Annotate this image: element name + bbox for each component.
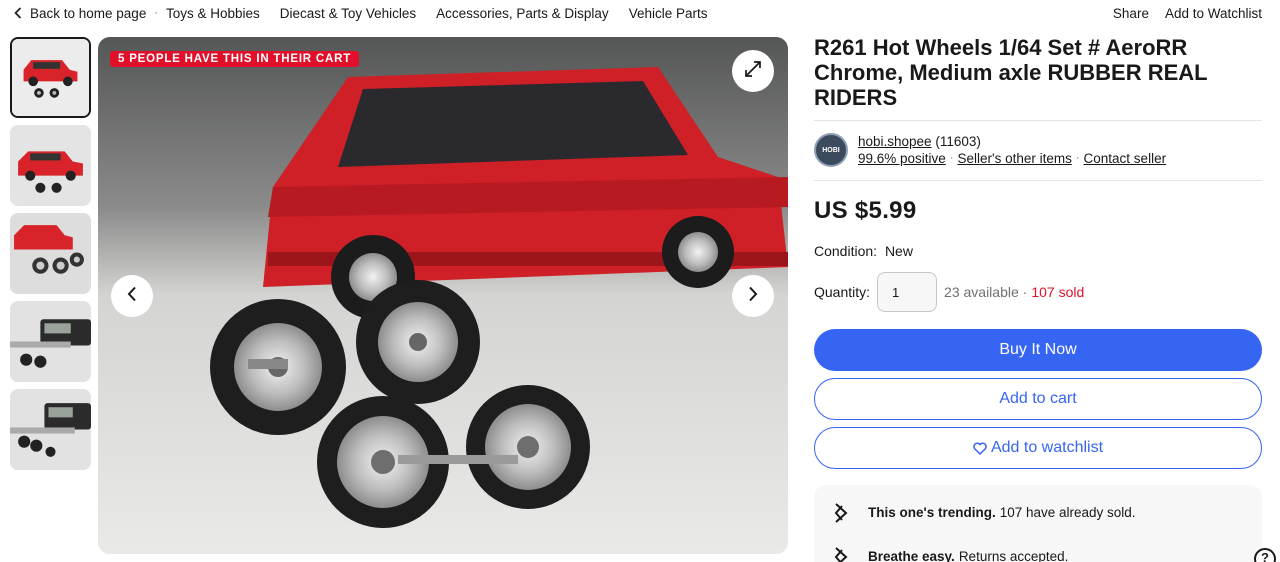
- thumbnail-image: [12, 39, 89, 116]
- highlight-trending: This one's trending. 107 have already so…: [832, 499, 1244, 526]
- chevron-left-icon: [127, 286, 137, 307]
- breadcrumb-item-toys[interactable]: Toys & Hobbies: [166, 6, 260, 21]
- seller-name-link[interactable]: hobi.shopee: [858, 134, 932, 149]
- add-to-watchlist-link[interactable]: Add to Watchlist: [1165, 6, 1262, 21]
- main-product-image[interactable]: 5 people have this in their cart: [98, 37, 788, 554]
- buy-it-now-button[interactable]: Buy It Now: [814, 329, 1262, 371]
- thumbnail-2[interactable]: [10, 125, 91, 206]
- highlight-returns: Breathe easy. Returns accepted.: [832, 543, 1244, 562]
- expand-icon: [743, 59, 763, 84]
- breadcrumb: Back to home page · Toys & Hobbies Dieca…: [0, 0, 707, 26]
- seller-avatar[interactable]: HOBI: [814, 133, 848, 167]
- breadcrumb-item-vehicle-parts[interactable]: Vehicle Parts: [629, 6, 708, 21]
- thumbnail-1[interactable]: [10, 37, 91, 118]
- contact-seller-link[interactable]: Contact seller: [1084, 150, 1167, 167]
- listing-info: R261 Hot Wheels 1/64 Set # AeroRR Chrome…: [814, 35, 1262, 562]
- highlight-text: Returns accepted.: [958, 549, 1069, 562]
- thumbnail-4[interactable]: [10, 301, 91, 382]
- add-to-watchlist-button[interactable]: Add to watchlist: [814, 427, 1262, 469]
- thumbnail-5[interactable]: [10, 389, 91, 470]
- quantity-row: Quantity: 23 available · 107 sold: [814, 272, 1262, 312]
- item-highlights: This one's trending. 107 have already so…: [814, 485, 1262, 562]
- thumbnail-image: [10, 125, 91, 206]
- thumbnail-3[interactable]: [10, 213, 91, 294]
- cart-count-badge: 5 people have this in their cart: [110, 51, 360, 67]
- thumbnail-image: [10, 389, 91, 470]
- separator-dot: ·: [1075, 152, 1080, 164]
- thumbnail-image: [10, 213, 91, 294]
- thumbnail-image: [10, 301, 91, 382]
- listing-title: R261 Hot Wheels 1/64 Set # AeroRR Chrome…: [814, 35, 1262, 121]
- condition-label: Condition:: [814, 243, 878, 259]
- seller-card: HOBI hobi.shopee (11603) 99.6% positive …: [814, 121, 1262, 181]
- add-to-cart-button[interactable]: Add to cart: [814, 378, 1262, 420]
- back-to-home-link[interactable]: Back to home page: [30, 6, 146, 21]
- next-image-button[interactable]: [732, 275, 774, 317]
- help-question-icon[interactable]: ?: [1254, 548, 1276, 562]
- product-photo: [98, 37, 788, 554]
- highlight-title: This one's trending.: [868, 505, 996, 520]
- quantity-label: Quantity:: [814, 284, 871, 300]
- share-link[interactable]: Share: [1113, 6, 1149, 21]
- seller-other-items-link[interactable]: Seller's other items: [957, 150, 1071, 167]
- highlight-title: Breathe easy.: [868, 549, 955, 562]
- chevron-right-icon: [748, 286, 758, 307]
- top-actions: Share Add to Watchlist: [1113, 0, 1262, 26]
- seller-positive-link[interactable]: 99.6% positive: [858, 150, 946, 167]
- available-count: 23 available: [944, 284, 1019, 300]
- breadcrumb-item-accessories[interactable]: Accessories, Parts & Display: [436, 6, 609, 21]
- separator-dot: ·: [1018, 284, 1028, 300]
- breadcrumb-separator: ·: [154, 7, 158, 19]
- add-to-watchlist-label: Add to watchlist: [990, 439, 1104, 456]
- expand-image-button[interactable]: [732, 50, 774, 92]
- breadcrumb-item-diecast[interactable]: Diecast & Toy Vehicles: [280, 6, 416, 21]
- seller-feedback-count: (11603): [935, 134, 981, 149]
- quantity-input[interactable]: [877, 272, 938, 312]
- trending-icon: [832, 502, 850, 524]
- chevron-left-icon[interactable]: [14, 7, 22, 19]
- sold-count[interactable]: 107 sold: [1031, 284, 1084, 300]
- thumbnail-strip: [10, 37, 92, 477]
- returns-icon: [832, 546, 850, 562]
- highlight-text: 107 have already sold.: [999, 505, 1136, 520]
- separator-dot: ·: [949, 152, 954, 164]
- condition-value: New: [884, 243, 913, 259]
- item-condition: Condition: New: [814, 243, 1262, 259]
- previous-image-button[interactable]: [111, 275, 153, 317]
- heart-icon: [973, 442, 987, 455]
- item-price: US $5.99: [814, 197, 917, 224]
